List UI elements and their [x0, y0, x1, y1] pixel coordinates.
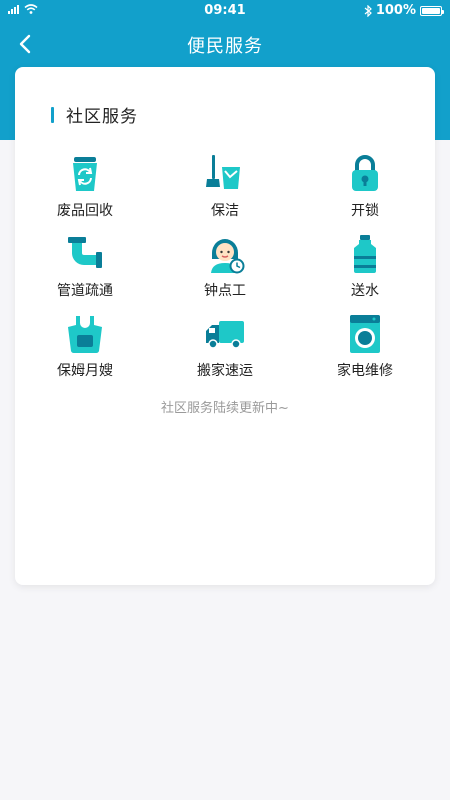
- service-label: 管道疏通: [57, 283, 113, 299]
- service-pipe-dredging[interactable]: 管道疏通: [15, 233, 155, 313]
- service-moving[interactable]: 搬家速运: [155, 313, 295, 393]
- service-label: 钟点工: [204, 283, 246, 299]
- status-right: 100%: [364, 3, 444, 18]
- services-row: 废品回收 保洁 开锁: [15, 153, 435, 233]
- page-title: 便民服务: [187, 36, 263, 57]
- service-label: 废品回收: [57, 203, 113, 219]
- service-label: 家电维修: [337, 363, 393, 379]
- update-notice: 社区服务陆续更新中~: [161, 401, 289, 416]
- services-row: 保姆月嫂 搬家速运 家电维修: [15, 313, 435, 393]
- water-bottle-icon: [354, 235, 376, 273]
- section-header: 社区服务: [51, 102, 138, 127]
- navigation-bar: 便民服务: [0, 22, 450, 66]
- cleaning-tools-icon: [206, 155, 240, 189]
- service-nanny[interactable]: 保姆月嫂: [15, 313, 155, 393]
- service-label: 保姆月嫂: [57, 363, 113, 379]
- washing-machine-icon: [350, 315, 380, 353]
- service-label: 送水: [351, 283, 379, 299]
- services-grid: 废品回收 保洁 开锁 管道疏通 钟点工 送水 保姆月嫂 搬家速运 家电维修: [15, 153, 435, 393]
- service-water-delivery[interactable]: 送水: [295, 233, 435, 313]
- service-cleaning[interactable]: 保洁: [155, 153, 295, 233]
- community-services-card: 社区服务 废品回收 保洁 开锁 管道疏通 钟点工 送水 保姆月嫂 搬家速运 家电…: [15, 67, 435, 585]
- battery-percentage: 100%: [375, 3, 416, 18]
- apron-icon: [68, 316, 102, 354]
- bluetooth-icon: [364, 4, 372, 17]
- padlock-icon: [352, 155, 378, 191]
- service-hourly-worker[interactable]: 钟点工: [155, 233, 295, 313]
- service-label: 保洁: [211, 203, 239, 219]
- service-appliance-repair[interactable]: 家电维修: [295, 313, 435, 393]
- services-row: 管道疏通 钟点工 送水: [15, 233, 435, 313]
- pipe-icon: [68, 237, 102, 268]
- service-unlocking[interactable]: 开锁: [295, 153, 435, 233]
- service-label: 开锁: [351, 203, 379, 219]
- section-accent-bar: [51, 106, 54, 123]
- housekeeper-clock-icon: [211, 239, 245, 274]
- service-label: 搬家速运: [197, 363, 253, 379]
- service-recycling[interactable]: 废品回收: [15, 153, 155, 233]
- recycle-bin-icon: [73, 157, 97, 191]
- section-title: 社区服务: [66, 107, 138, 127]
- status-bar: 09:41 100%: [0, 0, 450, 22]
- battery-icon: [420, 5, 444, 16]
- moving-truck-icon: [206, 321, 244, 349]
